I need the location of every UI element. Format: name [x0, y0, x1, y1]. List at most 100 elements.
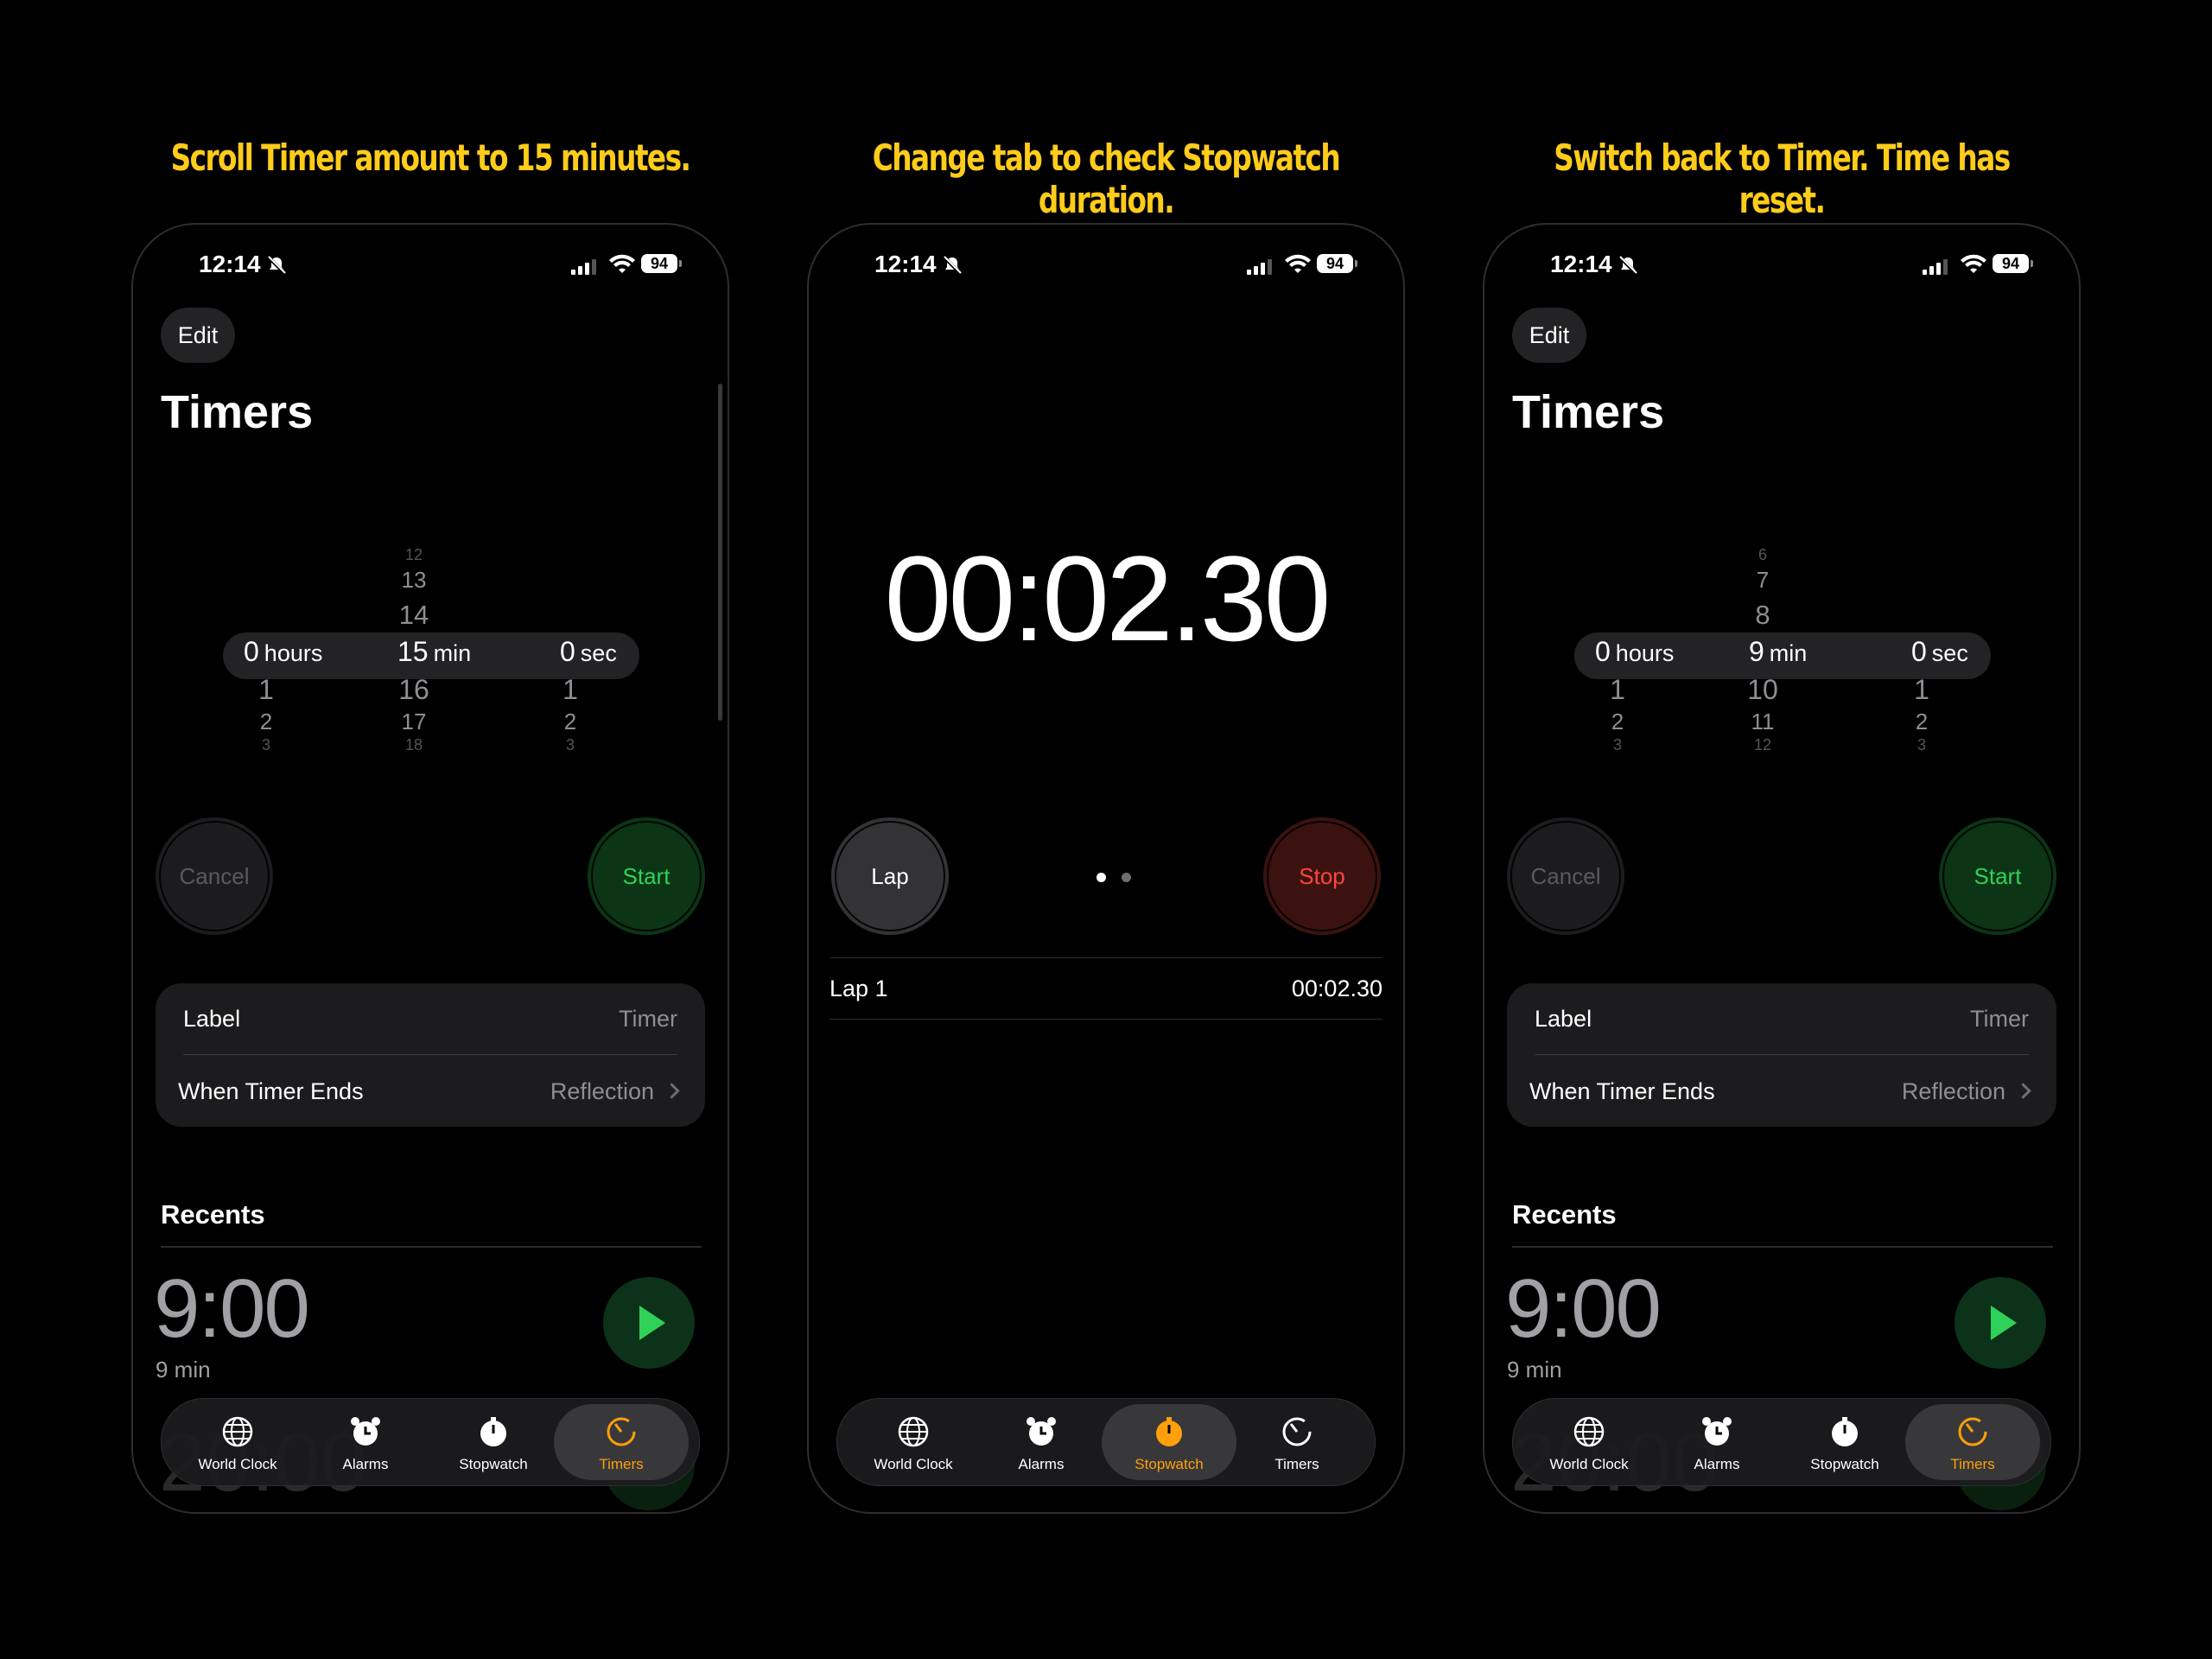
tab-timers[interactable]: Timers	[554, 1404, 689, 1480]
picker-sec-item: 1	[563, 674, 578, 705]
edit-button[interactable]: Edit	[1512, 308, 1586, 363]
tab-label: Alarms	[342, 1456, 389, 1472]
picker-minutes-selected: 9 min	[1749, 636, 1808, 667]
picker-min-item: 8	[1755, 600, 1770, 630]
label-row-title: Label	[183, 1006, 241, 1032]
picker-min-item: 10	[1747, 674, 1778, 705]
alarm-clock-icon	[1702, 1417, 1732, 1446]
when-timer-ends-value: Reflection	[550, 1078, 654, 1104]
tab-alarms[interactable]: Alarms	[298, 1404, 433, 1480]
phone-stopwatch: 12:14 94 00:02.30 Lap Stop Lap 1 00:02.3…	[807, 223, 1405, 1514]
silent-bell-icon	[1618, 256, 1638, 275]
tab-bar: World Clock Alarms Stopwatch Timers	[161, 1398, 700, 1486]
timer-options-card: Label Timer When Timer Ends Reflection	[1507, 983, 2056, 1127]
caption-step-3: Switch back to Timer. Time has reset.	[1554, 137, 2011, 221]
battery-indicator: 94	[641, 254, 682, 273]
picker-sec-item: 1	[1914, 674, 1929, 705]
recent-timer-label: 9 min	[156, 1357, 211, 1382]
alarm-clock-icon	[351, 1417, 380, 1446]
picker-seconds-wheel[interactable]: 0 sec 1 2 3	[1911, 536, 2015, 795]
battery-indicator: 94	[1317, 254, 1357, 273]
tab-label: World Clock	[874, 1456, 953, 1472]
duration-picker[interactable]: 0 hours 1 2 3 12 13 14 15 min 16 17 18 0 se…	[133, 536, 728, 795]
label-row-title: Label	[1535, 1006, 1592, 1032]
tab-stopwatch[interactable]: Stopwatch	[426, 1404, 561, 1480]
battery-indicator: 94	[1993, 254, 2033, 273]
picker-hours-wheel[interactable]: 0 hours 1 2 3	[1595, 536, 1699, 795]
tab-label: Timers	[1274, 1456, 1319, 1472]
label-row[interactable]: Label Timer	[156, 983, 705, 1054]
tab-world-clock[interactable]: World Clock	[846, 1404, 981, 1480]
tab-label: Timers	[599, 1456, 644, 1472]
caption-step-2: Change tab to check Stopwatch duration.	[872, 137, 1341, 221]
cancel-button[interactable]: Cancel	[1507, 817, 1624, 935]
tab-alarms[interactable]: Alarms	[1649, 1404, 1784, 1480]
picker-seconds-selected: 0 sec	[1911, 636, 1968, 667]
tab-bar: World Clock Alarms Stopwatch Timers	[836, 1398, 1376, 1486]
cellular-signal-icon	[571, 259, 596, 275]
picker-min-item: 17	[401, 709, 427, 734]
divider	[1535, 1054, 2029, 1055]
picker-hours-wheel[interactable]: 0 hours 1 2 3	[244, 536, 347, 795]
label-row[interactable]: Label Timer	[1507, 983, 2056, 1054]
cellular-signal-icon	[1247, 259, 1272, 275]
globe-icon	[222, 1416, 253, 1447]
stopwatch-time: 00:02.30	[884, 531, 1332, 666]
status-time: 12:14	[1550, 251, 1612, 277]
tab-timers[interactable]: Timers	[1230, 1404, 1364, 1480]
cancel-button[interactable]: Cancel	[156, 817, 273, 935]
picker-min-item: 14	[398, 600, 429, 630]
status-bar: 12:14 94	[1484, 251, 2079, 294]
picker-seconds-wheel[interactable]: 0 sec 1 2 3	[560, 536, 664, 795]
picker-minutes-selected: 15 min	[397, 636, 472, 667]
tab-alarms[interactable]: Alarms	[974, 1404, 1109, 1480]
chevron-right-icon	[664, 1083, 680, 1099]
picker-min-item: 12	[1753, 736, 1772, 753]
picker-min-item: 11	[1751, 709, 1775, 734]
page-indicator[interactable]	[1089, 871, 1139, 887]
label-row-value: Timer	[1970, 1006, 2029, 1032]
when-timer-ends-value: Reflection	[1901, 1078, 2005, 1104]
recent-play-button[interactable]	[1955, 1277, 2046, 1369]
lap-name: Lap 1	[830, 976, 888, 1001]
edit-button[interactable]: Edit	[161, 308, 235, 363]
start-button[interactable]: Start	[1939, 817, 2056, 935]
wifi-icon	[1961, 254, 1986, 273]
tab-stopwatch[interactable]: Stopwatch	[1777, 1404, 1912, 1480]
stop-button[interactable]: Stop	[1263, 817, 1381, 935]
duration-picker[interactable]: 0 hours 1 2 3 6 7 8 9 min 10 11 12 0 sec 1 …	[1484, 536, 2079, 795]
when-timer-ends-row[interactable]: When Timer Ends Reflection	[1507, 1056, 2056, 1127]
tab-label: Timers	[1950, 1456, 1995, 1472]
tab-world-clock[interactable]: World Clock	[1522, 1404, 1656, 1480]
tab-timers[interactable]: Timers	[1905, 1404, 2040, 1480]
cellular-signal-icon	[1923, 259, 1948, 275]
picker-minutes-wheel[interactable]: 12 13 14 15 min 16 17 18	[394, 536, 498, 795]
when-timer-ends-row[interactable]: When Timer Ends Reflection	[156, 1056, 705, 1127]
status-time: 12:14	[199, 251, 261, 277]
wifi-icon	[1285, 254, 1311, 273]
lap-button[interactable]: Lap	[831, 817, 949, 935]
timer-options-card: Label Timer When Timer Ends Reflection	[156, 983, 705, 1127]
picker-min-item: 16	[398, 674, 429, 705]
divider	[161, 1246, 702, 1248]
silent-bell-icon	[266, 256, 287, 275]
recent-timer-label: 9 min	[1507, 1357, 1562, 1382]
recents-heading: Recents	[161, 1199, 265, 1230]
picker-min-item: 7	[1756, 567, 1770, 593]
lap-row: Lap 1 00:02.30	[830, 957, 1382, 1020]
picker-minutes-wheel[interactable]: 6 7 8 9 min 10 11 12	[1745, 536, 1849, 795]
picker-hours-selected: 0 hours	[244, 636, 323, 667]
globe-icon	[898, 1416, 929, 1447]
tab-world-clock[interactable]: World Clock	[170, 1404, 305, 1480]
page-title: Timers	[161, 386, 314, 438]
picker-hours-item: 2	[259, 709, 273, 734]
picker-sec-item: 2	[563, 709, 577, 734]
status-time: 12:14	[874, 251, 937, 277]
picker-min-item: 13	[401, 567, 427, 593]
tab-stopwatch[interactable]: Stopwatch	[1102, 1404, 1236, 1480]
tab-label: Stopwatch	[459, 1456, 528, 1472]
picker-hours-item: 3	[1612, 736, 1622, 753]
picker-min-item: 18	[404, 736, 423, 753]
start-button[interactable]: Start	[588, 817, 705, 935]
recent-play-button[interactable]	[603, 1277, 695, 1369]
